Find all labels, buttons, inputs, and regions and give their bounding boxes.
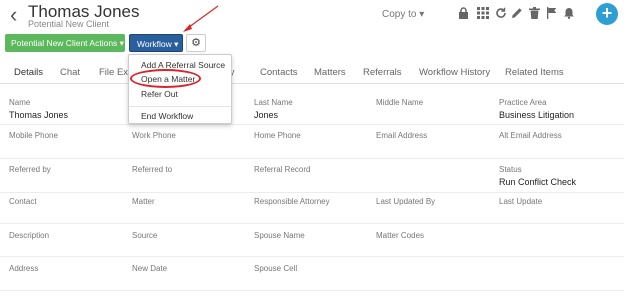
settings-gear-button[interactable]: ⚙: [186, 34, 206, 52]
client-status: Potential New Client: [28, 19, 110, 29]
row-divider: [0, 223, 624, 224]
menu-divider: [129, 106, 231, 107]
menu-item-end-workflow[interactable]: End Workflow: [141, 111, 193, 121]
back-chevron-icon[interactable]: ‹: [10, 4, 17, 26]
field-matter-codes: Matter Codes: [376, 231, 425, 240]
field-referred-to: Referred to: [132, 165, 173, 174]
field-referred-by: Referred by: [9, 165, 51, 174]
tab-workflow-history[interactable]: Workflow History: [419, 67, 490, 78]
copy-to-dropdown[interactable]: Copy to ▾: [382, 9, 424, 20]
field-new-date: New Date: [132, 264, 168, 273]
record-tabs: Details Chat File Exp ity Contacts Matte…: [0, 62, 624, 84]
field-contact: Contact: [9, 197, 37, 206]
field-last-updated-by: Last Updated By: [376, 197, 436, 206]
tab-chat[interactable]: Chat: [60, 67, 80, 78]
edit-pencil-icon[interactable]: [510, 7, 524, 21]
field-spouse-name: Spouse Name: [254, 231, 305, 240]
record-header: ‹ Thomas Jones Potential New Client Copy…: [0, 0, 624, 32]
bell-icon[interactable]: [562, 7, 576, 21]
field-responsible-attorney: Responsible Attorney: [254, 197, 330, 206]
field-practice-area: Practice Area Business Litigation: [499, 98, 575, 120]
grid-icon[interactable]: [476, 7, 490, 21]
field-source: Source: [132, 231, 158, 240]
field-name: Name Thomas Jones: [9, 98, 69, 120]
trash-icon[interactable]: [527, 7, 541, 21]
add-new-button[interactable]: +: [596, 3, 618, 25]
tab-related-items[interactable]: Related Items: [505, 67, 564, 78]
field-last-name: Last Name Jones: [254, 98, 293, 120]
refresh-icon[interactable]: [494, 7, 508, 21]
tab-details[interactable]: Details: [14, 67, 43, 78]
field-alt-email-address: Alt Email Address: [499, 131, 562, 140]
field-work-phone: Work Phone: [132, 131, 176, 140]
row-divider: [0, 192, 624, 193]
workflow-button[interactable]: Workflow ▾: [129, 34, 183, 52]
row-divider: [0, 158, 624, 159]
field-description: Description: [9, 231, 50, 240]
tab-matters[interactable]: Matters: [314, 67, 346, 78]
potential-new-client-actions-button[interactable]: Potential New Client Actions ▾: [5, 34, 125, 52]
row-divider: [0, 124, 624, 125]
field-email-address: Email Address: [376, 131, 428, 140]
field-mobile-phone: Mobile Phone: [9, 131, 58, 140]
field-address: Address: [9, 264, 39, 273]
flag-icon[interactable]: [544, 7, 558, 21]
row-divider: [0, 290, 624, 291]
gear-icon: ⚙: [191, 37, 201, 49]
field-middle-name: Middle Name: [376, 98, 424, 107]
field-spouse-cell: Spouse Cell: [254, 264, 298, 273]
field-last-update: Last Update: [499, 197, 543, 206]
field-status: Status Run Conflict Check: [499, 165, 577, 187]
tab-referrals[interactable]: Referrals: [363, 67, 402, 78]
tab-contacts[interactable]: Contacts: [260, 67, 298, 78]
lock-icon[interactable]: [456, 7, 470, 21]
highlight-ellipse: [130, 69, 201, 88]
field-home-phone: Home Phone: [254, 131, 301, 140]
field-referral-record: Referral Record: [254, 165, 311, 174]
row-divider: [0, 256, 624, 257]
field-matter: Matter: [132, 197, 155, 206]
workflow-dropdown-menu: Add A Referral Source Open a Matter Refe…: [128, 54, 232, 124]
menu-item-refer-out[interactable]: Refer Out: [141, 89, 178, 99]
